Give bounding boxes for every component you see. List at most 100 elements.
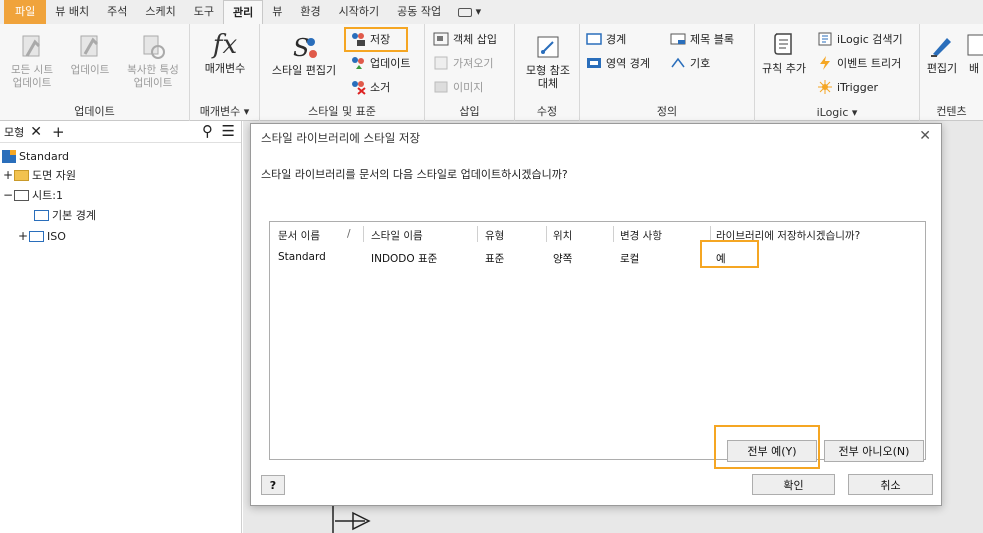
browser-tab-model[interactable]: 모형 [4, 124, 24, 140]
tab-tools[interactable]: 도구 [185, 0, 223, 24]
event-trigger-button[interactable]: 이벤트 트리거 [817, 54, 901, 72]
col-header-doc-name[interactable]: 문서 이름 [278, 228, 320, 243]
sparkle-icon [817, 79, 833, 95]
col-header-save-to-library[interactable]: 라이브러리에 저장하시겠습니까? [716, 228, 860, 243]
content-editor-button[interactable]: 편집기 [922, 30, 962, 75]
symbol-icon [670, 55, 686, 71]
update-button[interactable]: 업데이트 [62, 32, 118, 77]
panel-ilogic-label[interactable]: iLogic ▾ [755, 106, 919, 119]
parameters-button[interactable]: fx 매개변수 [196, 30, 254, 75]
column-divider[interactable] [613, 226, 614, 242]
col-header-location[interactable]: 위치 [553, 228, 572, 243]
column-divider[interactable] [477, 226, 478, 242]
update-style-icon [350, 55, 366, 71]
tab-file[interactable]: 파일 [4, 0, 47, 24]
tree-item-drawing-resources[interactable]: + 도면 자원 [3, 167, 76, 183]
panel-styles-label: 스타일 및 표준 [308, 105, 376, 118]
close-icon[interactable]: ✕ [30, 124, 42, 140]
fx-icon: fx [212, 30, 238, 60]
add-rule-button[interactable]: 규칙 추가 [757, 30, 811, 75]
yes-to-all-button[interactable]: 전부 예(Y) [727, 440, 817, 462]
style-save-button[interactable]: 저장 [350, 30, 390, 48]
help-icon[interactable]: ? [261, 475, 285, 495]
cell-style-name: INDODO 표준 [371, 253, 438, 265]
col-header-changes[interactable]: 변경 사항 [620, 228, 662, 243]
border-icon [586, 31, 602, 47]
tree-item-default-border[interactable]: 기본 경계 [34, 207, 96, 223]
tree-item-standard[interactable]: Standard [2, 148, 69, 164]
ok-button[interactable]: 확인 [752, 474, 835, 495]
tab-environment[interactable]: 환경 [291, 0, 329, 24]
style-update-button[interactable]: 업데이트 [350, 54, 410, 72]
save-styles-dialog: 스타일 라이브러리에 스타일 저장 ✕ 스타일 라이브러리를 문서의 다음 스타… [250, 123, 942, 506]
style-editor-button[interactable]: S 스타일 편집기 [265, 32, 343, 77]
tab-extra-icon[interactable]: ▾ [450, 0, 489, 24]
panel-insert-label: 삽입 [459, 105, 480, 118]
col-header-style-name[interactable]: 스타일 이름 [371, 228, 423, 243]
update-copied-props-button[interactable]: 복사한 특성 업데이트 [118, 32, 188, 90]
style-purge-button[interactable]: 소거 [350, 78, 390, 96]
search-icon[interactable]: ⚲ [202, 122, 213, 140]
tab-view-layout[interactable]: 뷰 배치 [46, 0, 98, 24]
panel-content-label: 컨텐츠 [936, 105, 967, 118]
cell-changes: 로컬 [620, 253, 640, 265]
close-icon[interactable]: ✕ [919, 128, 931, 144]
expand-icon[interactable]: + [18, 229, 29, 243]
image-icon [433, 79, 449, 95]
sheet-update-icon [17, 32, 47, 62]
column-divider[interactable] [363, 226, 364, 242]
update-icon [75, 32, 105, 62]
content-batch-button[interactable]: 배 [964, 30, 983, 75]
menu-icon[interactable]: ☰ [222, 122, 235, 140]
title-block-button[interactable]: 제목 블록 [670, 30, 734, 48]
cell-save-choice[interactable]: 예 [716, 251, 726, 266]
folder-icon [14, 169, 29, 181]
batch-icon [964, 30, 983, 60]
browser-header: 모형 ✕ + ⚲ ☰ [0, 121, 241, 143]
border-button[interactable]: 경계 [586, 30, 626, 48]
cell-doc-name: Standard [278, 251, 326, 263]
add-tab-icon[interactable]: + [52, 123, 65, 141]
tree-item-sheet1[interactable]: − 시트:1 [3, 187, 63, 203]
border-icon [34, 209, 49, 221]
tab-annotate[interactable]: 주석 [98, 0, 136, 24]
collapse-icon[interactable]: − [3, 188, 14, 202]
column-divider[interactable] [546, 226, 547, 242]
tab-get-started[interactable]: 시작하기 [330, 0, 388, 24]
copy-properties-icon [138, 32, 168, 62]
cancel-button[interactable]: 취소 [848, 474, 933, 495]
svg-text:S: S [293, 34, 309, 62]
pencil-icon [927, 30, 957, 60]
itrigger-button[interactable]: iTrigger [817, 78, 878, 96]
tree-item-iso[interactable]: + ISO [18, 228, 66, 244]
update-all-sheets-button[interactable]: 모든 시트 업데이트 [4, 32, 60, 90]
tab-sketch[interactable]: 스케치 [136, 0, 184, 24]
panel-modify-label: 수정 [536, 105, 558, 118]
panel-styles: S 스타일 편집기 저장 업데이트 소거 스타일 및 표준 [260, 24, 425, 121]
zone-border-button[interactable]: 영역 경계 [586, 54, 650, 72]
symbol-button[interactable]: 기호 [670, 54, 710, 72]
zone-border-icon [586, 55, 602, 71]
title-block-icon [29, 230, 44, 242]
column-divider[interactable] [710, 226, 711, 242]
panel-params-label[interactable]: 매개변수 ▾ [190, 103, 259, 119]
cell-location: 양쪽 [553, 253, 573, 265]
tab-collaborate[interactable]: 공동 작업 [388, 0, 450, 24]
ribbon: 모든 시트 업데이트 업데이트 복사한 특성 업데이트 업데이트 fx 매개변수… [0, 24, 983, 121]
ilogic-browser-button[interactable]: iLogic 검색기 [817, 30, 903, 48]
expand-icon[interactable]: + [3, 168, 14, 182]
title-block-icon [670, 31, 686, 47]
tab-view[interactable]: 뷰 [263, 0, 291, 24]
lightning-icon [817, 55, 833, 71]
insert-object-button[interactable]: 객체 삽입 [433, 30, 497, 48]
panel-modify: 모형 참조 대체 수정 [515, 24, 580, 121]
image-button[interactable]: 이미지 [433, 78, 483, 96]
replace-model-reference-button[interactable]: 모형 참조 대체 [518, 32, 578, 90]
tab-manage[interactable]: 관리 [222, 0, 264, 24]
panel-content: 편집기 배 컨텐츠 [920, 24, 983, 121]
no-to-all-button[interactable]: 전부 아니오(N) [824, 440, 924, 462]
col-header-type[interactable]: 유형 [485, 228, 504, 243]
import-button[interactable]: 가져오기 [433, 54, 493, 72]
object-icon [433, 31, 449, 47]
replace-model-icon [533, 32, 563, 62]
